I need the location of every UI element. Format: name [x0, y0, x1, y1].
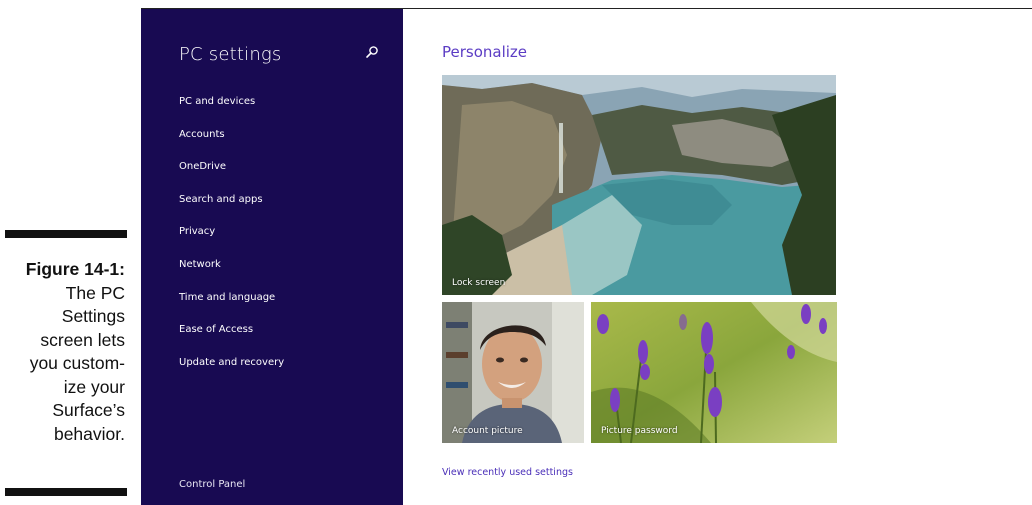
caption-line: The PC [65, 282, 125, 303]
view-recent-settings-link[interactable]: View recently used settings [442, 467, 573, 478]
search-icon[interactable] [365, 45, 379, 59]
caption-line: ize your [63, 376, 125, 397]
caption-rule-top [5, 230, 127, 238]
page-title: Personalize [442, 43, 528, 61]
pc-settings-window: PC settings PC and devices Accounts OneD… [141, 8, 1032, 505]
picture-password-image [591, 302, 837, 443]
personalize-pane: Personalize Lock screen Account picture … [403, 9, 1032, 505]
sidebar-item-update-and-recovery[interactable]: Update and recovery [179, 356, 284, 389]
sidebar-item-ease-of-access[interactable]: Ease of Access [179, 323, 284, 356]
sidebar-item-accounts[interactable]: Accounts [179, 128, 284, 161]
sidebar-item-search-and-apps[interactable]: Search and apps [179, 193, 284, 226]
sidebar-item-privacy[interactable]: Privacy [179, 225, 284, 258]
lock-screen-image [442, 75, 836, 295]
account-picture-image [442, 302, 584, 443]
picture-password-label: Picture password [601, 426, 678, 436]
account-picture-label: Account picture [452, 426, 523, 436]
sidebar-item-pc-and-devices[interactable]: PC and devices [179, 95, 284, 128]
caption-line: Settings [61, 306, 125, 326]
settings-sidebar: PC settings PC and devices Accounts OneD… [141, 9, 403, 505]
caption-line: screen lets [40, 329, 125, 350]
control-panel-link[interactable]: Control Panel [179, 479, 245, 490]
settings-nav: PC and devices Accounts OneDrive Search … [179, 95, 284, 388]
picture-password-tile[interactable]: Picture password [591, 302, 837, 443]
lock-screen-label: Lock screen [452, 278, 506, 288]
caption-rule-bottom [5, 488, 127, 496]
lock-screen-tile[interactable]: Lock screen [442, 75, 836, 295]
sidebar-item-time-and-language[interactable]: Time and language [179, 291, 284, 324]
caption-line: Surface’s [52, 400, 125, 420]
figure-label: Figure 14-1: [25, 259, 125, 279]
account-picture-tile[interactable]: Account picture [442, 302, 584, 443]
sidebar-item-onedrive[interactable]: OneDrive [179, 160, 284, 193]
sidebar-item-network[interactable]: Network [179, 258, 284, 291]
figure-caption: Figure 14-1: The PC Settings screen lets… [0, 258, 125, 446]
sidebar-title: PC settings [179, 44, 282, 65]
caption-line: behavior. [53, 423, 125, 444]
caption-line: you custom- [29, 353, 125, 373]
